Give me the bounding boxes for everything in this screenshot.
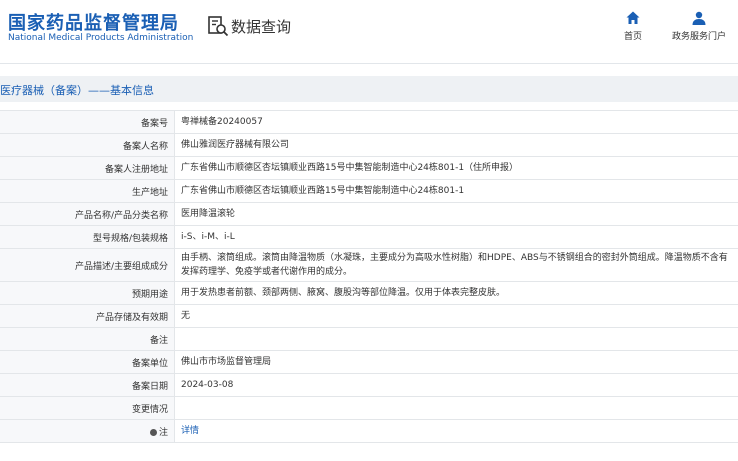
section-title: 医疗器械（备案）——基本信息 [0,84,154,97]
table-row: 备案单位 佛山市市场监督管理局 [0,350,738,374]
table-row: 备案人名称 佛山雅润医疗器械有限公司 [0,133,738,157]
row-key: 备注 [0,327,175,351]
row-value: 用于发热患者前额、颈部两侧、腋窝、腹股沟等部位降温。仅用于体表完整皮肤。 [174,281,738,305]
table-row: 产品描述/主要组成成分 由手柄、滚筒组成。滚筒由降温物质（水凝珠，主要成分为高吸… [0,248,738,282]
details-link[interactable]: 详情 [181,426,199,436]
brand-title-en[interactable]: National Medical Products Administration [8,33,193,43]
row-key: 变更情况 [0,396,175,420]
row-value: 广东省佛山市顺德区杏坛镇顺业西路15号中集智能制造中心24栋801-1 [174,179,738,203]
row-value: 无 [174,304,738,328]
table-row: 变更情况 [0,396,738,420]
table-row: 备案日期 2024-03-08 [0,373,738,397]
row-key: 备案单位 [0,350,175,374]
row-key: 备案日期 [0,373,175,397]
row-key: 产品名称/产品分类名称 [0,202,175,226]
row-value: i-S、i-M、i-L [174,225,738,249]
info-table: 备案号 粤禅械备20240057 备案人名称 佛山雅润医疗器械有限公司 备案人注… [0,110,738,443]
row-value: 2024-03-08 [174,373,738,397]
table-row: 预期用途 用于发热患者前额、颈部两侧、腋窝、腹股沟等部位降温。仅用于体表完整皮肤… [0,281,738,305]
table-row: 产品名称/产品分类名称 医用降温滚轮 [0,202,738,226]
note-key-label: 注 [158,427,168,438]
header-divider [0,63,738,64]
row-value: 医用降温滚轮 [174,202,738,226]
site-header: 国家药品监督管理局 National Medical Products Admi… [0,0,738,58]
table-row: 备案人注册地址 广东省佛山市顺德区杏坛镇顺业西路15号中集智能制造中心24栋80… [0,156,738,180]
row-value: 由手柄、滚筒组成。滚筒由降温物质（水凝珠，主要成分为高吸水性树脂）和HDPE、A… [174,248,738,282]
row-key: 产品描述/主要组成成分 [0,248,175,282]
table-row: 产品存储及有效期 无 [0,304,738,328]
row-value [174,327,738,351]
row-key: 备案号 [0,110,175,134]
table-row: 备案号 粤禅械备20240057 [0,110,738,134]
row-key: 产品存储及有效期 [0,304,175,328]
row-value: 广东省佛山市顺德区杏坛镇顺业西路15号中集智能制造中心24栋801-1（住所申报… [174,156,738,180]
row-key: 备案人注册地址 [0,156,175,180]
nav-home-label: 首页 [623,32,642,42]
row-key: 生产地址 [0,179,175,203]
table-row: 生产地址 广东省佛山市顺德区杏坛镇顺业西路15号中集智能制造中心24栋801-1 [0,179,738,203]
table-row: 注 详情 [0,419,738,443]
table-row: 型号规格/包装规格 i-S、i-M、i-L [0,225,738,249]
bullet-icon [149,428,157,436]
row-key-note: 注 [0,419,175,443]
row-value [174,396,738,420]
row-key: 型号规格/包装规格 [0,225,175,249]
row-key: 备案人名称 [0,133,175,157]
row-value: 佛山雅润医疗器械有限公司 [174,133,738,157]
nav-service-portal[interactable]: 政务服务门户 [668,10,730,42]
data-query-label: 数据查询 [231,18,292,36]
nav-home[interactable]: 首页 [616,10,650,42]
row-value: 粤禅械备20240057 [174,110,738,134]
user-icon [692,11,706,25]
row-value: 详情 [174,419,738,443]
table-row: 备注 [0,327,738,351]
section-header: 医疗器械（备案）——基本信息 [0,76,738,102]
row-key: 预期用途 [0,281,175,305]
nav-service-portal-label: 政务服务门户 [671,32,726,42]
document-search-icon [208,16,229,37]
row-value: 佛山市市场监督管理局 [174,350,738,374]
home-icon [626,11,640,24]
brand-title-cn[interactable]: 国家药品监督管理局 [8,9,179,35]
